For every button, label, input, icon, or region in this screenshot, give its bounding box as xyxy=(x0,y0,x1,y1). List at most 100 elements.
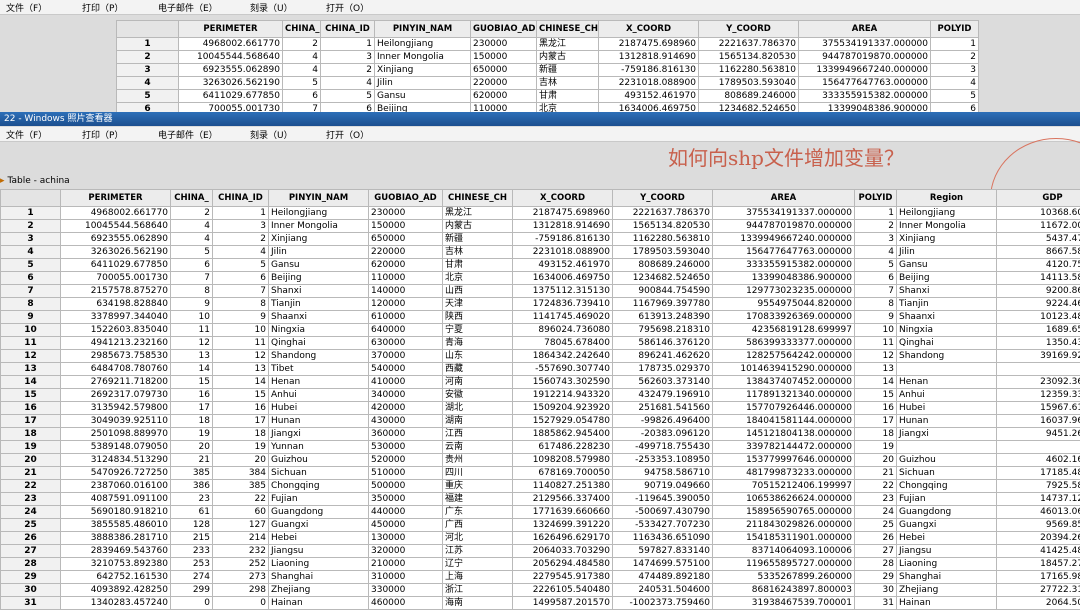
column-header[interactable]: PERIMETER xyxy=(179,21,283,38)
row-number[interactable]: 4 xyxy=(1,246,61,259)
row-number[interactable]: 2 xyxy=(1,220,61,233)
row-number[interactable]: 16 xyxy=(1,402,61,415)
table-row[interactable]: 283210753.892380253252Liaoning210000辽宁20… xyxy=(1,558,1080,571)
row-number[interactable]: 8 xyxy=(1,298,61,311)
table-row[interactable]: 56411029.67785065Gansu620000甘肃493152.461… xyxy=(117,90,979,103)
row-number[interactable]: 5 xyxy=(117,90,179,103)
column-header[interactable]: CHINESE_CH xyxy=(537,21,599,38)
table-row[interactable]: 215470926.727250385384Sichuan510000四川678… xyxy=(1,467,1080,480)
top-menu-email[interactable]: 电子邮件（E） xyxy=(158,1,218,14)
row-number[interactable]: 15 xyxy=(1,389,61,402)
table-row[interactable]: 29642752.161530274273Shanghai310000上海227… xyxy=(1,571,1080,584)
table-row[interactable]: 14968002.66177021Heilongjiang230000黑龙江21… xyxy=(117,38,979,51)
row-number[interactable]: 4 xyxy=(117,77,179,90)
top-menu-file[interactable]: 文件（F） xyxy=(6,1,47,14)
row-number[interactable]: 3 xyxy=(117,64,179,77)
table-row[interactable]: 253855585.486010128127Guangxi450000广西132… xyxy=(1,519,1080,532)
row-number[interactable]: 6 xyxy=(1,272,61,285)
table-row[interactable]: 43263026.56219054Jilin220000吉林2231018.08… xyxy=(117,77,979,90)
row-number[interactable]: 28 xyxy=(1,558,61,571)
table-row[interactable]: 234087591.0911002322Fujian350000福建212956… xyxy=(1,493,1080,506)
table-row[interactable]: 72157578.87527087Shanxi140000山西1375112.3… xyxy=(1,285,1080,298)
row-number[interactable]: 22 xyxy=(1,480,61,493)
row-number[interactable]: 3 xyxy=(1,233,61,246)
row-number[interactable]: 10 xyxy=(1,324,61,337)
table-row[interactable]: 210045544.56864043Inner Mongolia150000内蒙… xyxy=(1,220,1080,233)
table-row[interactable]: 195389148.0790502019Yunnan530000云南617486… xyxy=(1,441,1080,454)
table-row[interactable]: 210045544.56864043Inner Mongolia150000内蒙… xyxy=(117,51,979,64)
column-header[interactable]: GUOBIAO_AD xyxy=(471,21,537,38)
row-number[interactable]: 5 xyxy=(1,259,61,272)
column-header[interactable]: POLYID xyxy=(855,190,897,207)
top-menu-open[interactable]: 打开（O） xyxy=(326,1,369,14)
table-row[interactable]: 14968002.66177021Heilongjiang230000黑龙江21… xyxy=(1,207,1080,220)
table-row[interactable]: 36923555.06289042Xinjiang650000新疆-759186… xyxy=(117,64,979,77)
column-header[interactable]: CHINA_ID xyxy=(321,21,375,38)
column-header[interactable]: Region xyxy=(897,190,997,207)
menu-email[interactable]: 电子邮件（E） xyxy=(158,128,218,141)
row-number[interactable]: 1 xyxy=(117,38,179,51)
table-row[interactable]: 142769211.7182001514Henan410000河南1560743… xyxy=(1,376,1080,389)
table-row[interactable]: 182501098.8899701918Jiangxi360000江西18858… xyxy=(1,428,1080,441)
row-number[interactable]: 9 xyxy=(1,311,61,324)
table-row[interactable]: 152692317.0797301615Anhui340000安徽1912214… xyxy=(1,389,1080,402)
column-header[interactable]: PINYIN_NAM xyxy=(375,21,471,38)
row-number[interactable]: 21 xyxy=(1,467,61,480)
table-row[interactable]: 114941213.2321601211Qinghai630000青海78045… xyxy=(1,337,1080,350)
row-number[interactable]: 17 xyxy=(1,415,61,428)
table-row[interactable]: 36923555.06289042Xinjiang650000新疆-759186… xyxy=(1,233,1080,246)
row-number[interactable]: 18 xyxy=(1,428,61,441)
table-row[interactable]: 203124834.5132902120Guizhou520000贵州10982… xyxy=(1,454,1080,467)
table-row[interactable]: 304093892.428250299298Zhejiang330000浙江22… xyxy=(1,584,1080,597)
menu-burn[interactable]: 刻录（U） xyxy=(250,128,293,141)
row-number[interactable]: 23 xyxy=(1,493,61,506)
row-number[interactable]: 14 xyxy=(1,376,61,389)
column-header[interactable]: POLYID xyxy=(931,21,979,38)
column-header[interactable]: Y_COORD xyxy=(699,21,799,38)
column-header[interactable]: X_COORD xyxy=(513,190,613,207)
row-number[interactable]: 27 xyxy=(1,545,61,558)
row-number[interactable]: 19 xyxy=(1,441,61,454)
column-header[interactable]: GDP xyxy=(997,190,1080,207)
menu-open[interactable]: 打开（O） xyxy=(326,128,369,141)
column-header[interactable]: AREA xyxy=(799,21,931,38)
column-header[interactable]: CHINESE_CH xyxy=(443,190,513,207)
column-header[interactable]: PERIMETER xyxy=(61,190,171,207)
column-header[interactable]: PINYIN_NAM xyxy=(269,190,369,207)
column-header[interactable]: GUOBIAO_AD xyxy=(369,190,443,207)
row-number[interactable]: 7 xyxy=(1,285,61,298)
column-header[interactable]: AREA xyxy=(713,190,855,207)
top-menu-print[interactable]: 打印（P） xyxy=(82,1,123,14)
row-number[interactable]: 24 xyxy=(1,506,61,519)
table-row[interactable]: 245690180.9182106160Guangdong440000广东177… xyxy=(1,506,1080,519)
table-row[interactable]: 136484708.7807601413Tibet540000西藏-557690… xyxy=(1,363,1080,376)
table-row[interactable]: 8634198.82884098Tianjin120000天津1724836.7… xyxy=(1,298,1080,311)
table-row[interactable]: 101522603.8350401110Ningxia640000宁夏89602… xyxy=(1,324,1080,337)
table-row[interactable]: 173049039.9251101817Hunan430000湖南1527929… xyxy=(1,415,1080,428)
table-row[interactable]: 263888386.281710215214Hebei130000河北16264… xyxy=(1,532,1080,545)
table-row[interactable]: 43263026.56219054Jilin220000吉林2231018.08… xyxy=(1,246,1080,259)
table-row[interactable]: 93378997.344040109Shaanxi610000陕西1141745… xyxy=(1,311,1080,324)
row-number[interactable]: 13 xyxy=(1,363,61,376)
table-row[interactable]: 122985673.7585301312Shandong370000山东1864… xyxy=(1,350,1080,363)
table-row[interactable]: 6700055.00173076Beijing110000北京1634006.4… xyxy=(1,272,1080,285)
menu-print[interactable]: 打印（P） xyxy=(82,128,123,141)
table-row[interactable]: 56411029.67785065Gansu620000甘肃493152.461… xyxy=(1,259,1080,272)
menu-file[interactable]: 文件（F） xyxy=(6,128,47,141)
table-row[interactable]: 163135942.5798001716Hubei420000湖北1509204… xyxy=(1,402,1080,415)
row-number[interactable]: 25 xyxy=(1,519,61,532)
row-number[interactable]: 2 xyxy=(117,51,179,64)
column-header[interactable]: X_COORD xyxy=(599,21,699,38)
column-header[interactable]: CHINA_ID xyxy=(213,190,269,207)
top-menu-burn[interactable]: 刻录（U） xyxy=(250,1,293,14)
row-number[interactable]: 30 xyxy=(1,584,61,597)
row-number[interactable]: 26 xyxy=(1,532,61,545)
column-header[interactable]: Y_COORD xyxy=(613,190,713,207)
column-header[interactable]: CHINA_ xyxy=(171,190,213,207)
row-number[interactable]: 1 xyxy=(1,207,61,220)
row-number[interactable]: 20 xyxy=(1,454,61,467)
row-number[interactable]: 11 xyxy=(1,337,61,350)
row-number[interactable]: 12 xyxy=(1,350,61,363)
column-header[interactable]: CHINA_ xyxy=(283,21,321,38)
row-number[interactable]: 29 xyxy=(1,571,61,584)
